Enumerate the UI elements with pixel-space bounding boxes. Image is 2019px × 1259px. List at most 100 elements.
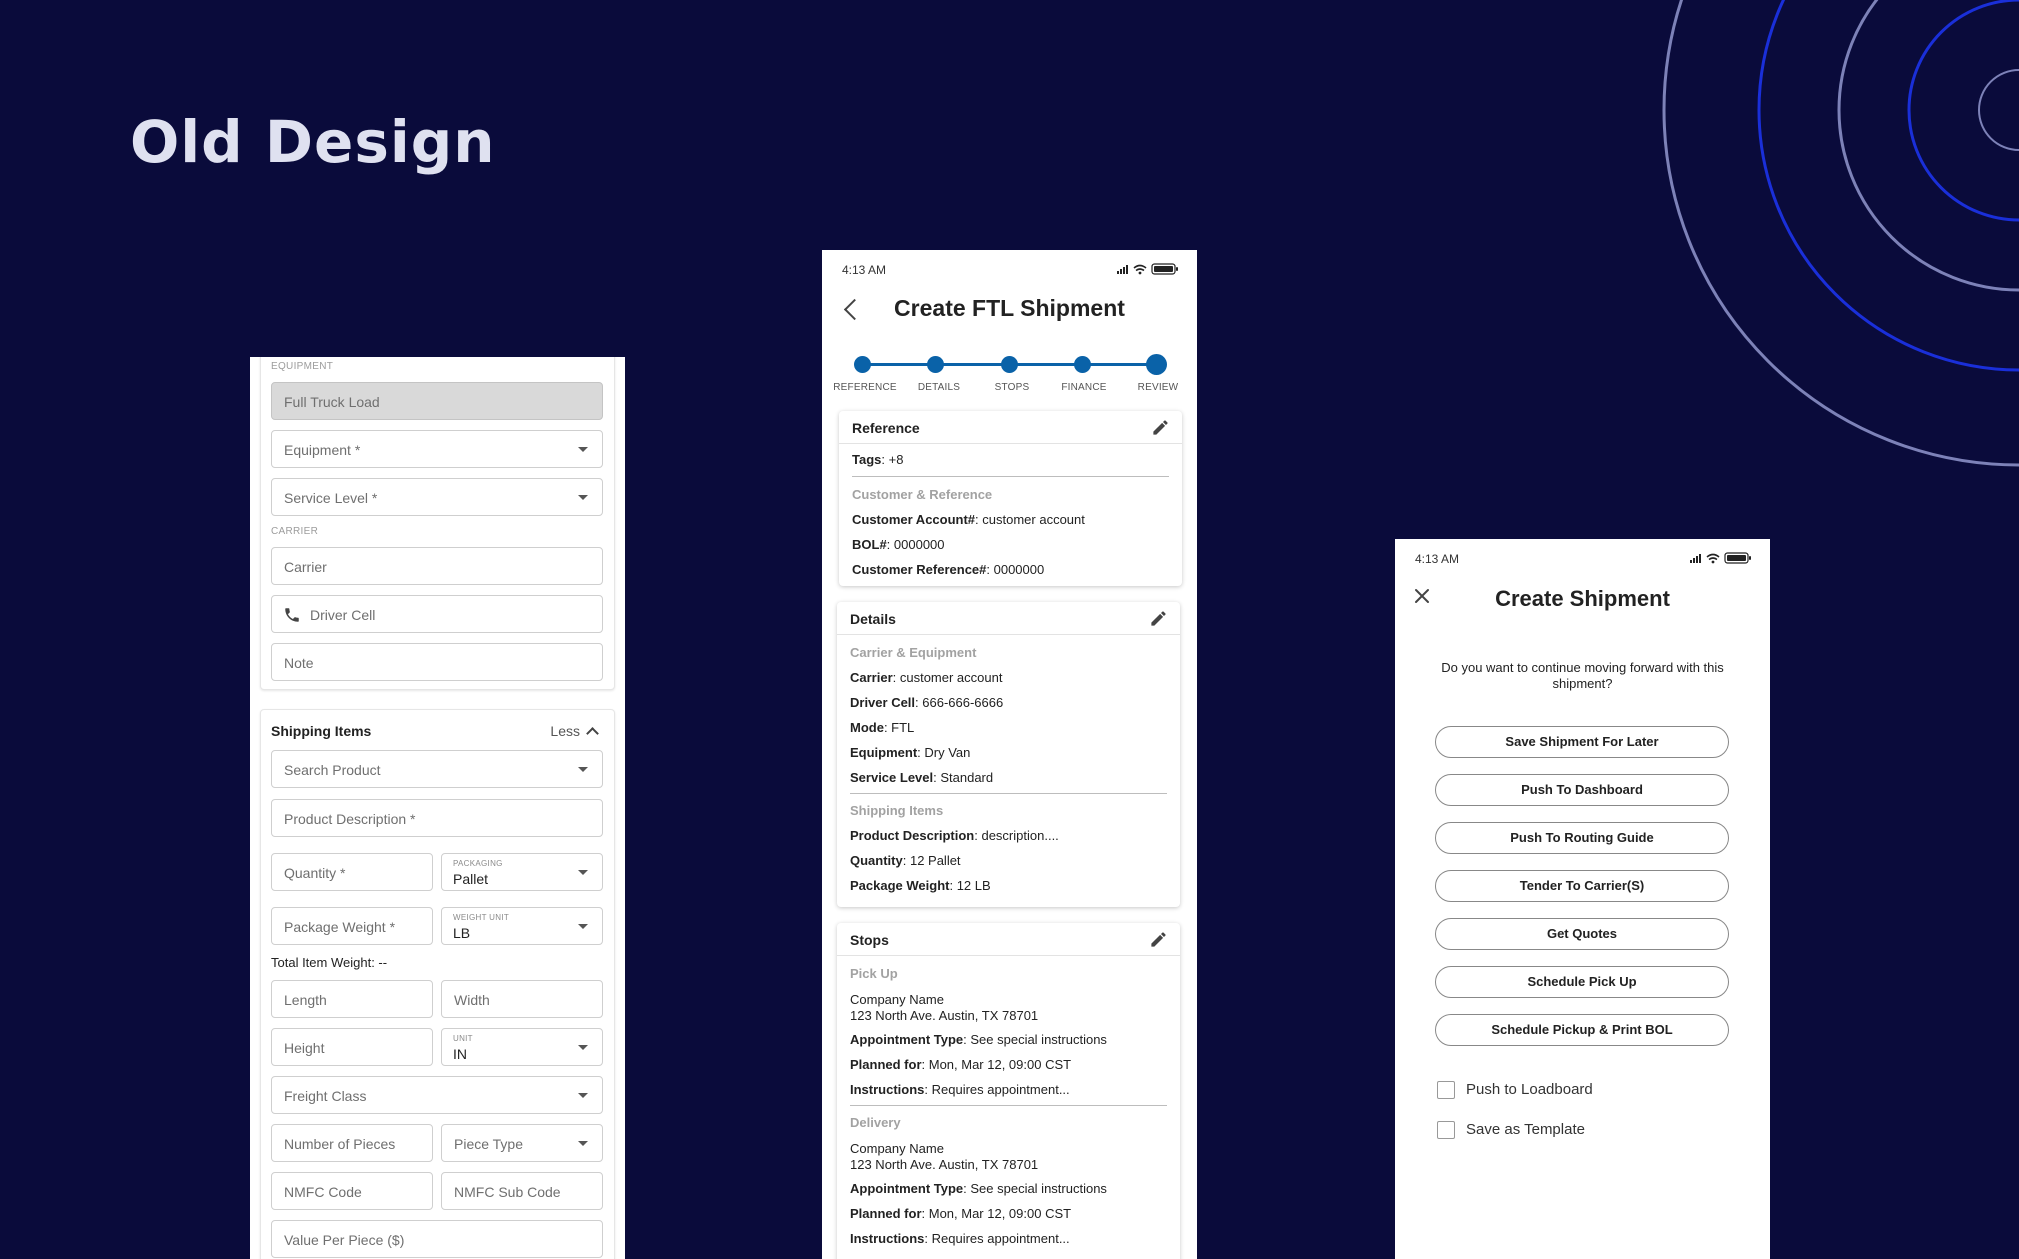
divider <box>850 793 1167 794</box>
push-to-loadboard-label: Push to Loadboard <box>1466 1081 1593 1098</box>
package-weight-input[interactable]: Package Weight * <box>271 907 433 945</box>
signal-icon <box>1117 265 1128 274</box>
appointment-value: : See special instructions <box>963 1032 1107 1047</box>
weight-unit-select[interactable]: WEIGHT UNIT LB <box>441 907 603 945</box>
customer-reference-value: : 0000000 <box>986 562 1045 577</box>
quantity-input[interactable]: Quantity * <box>271 853 433 891</box>
mode-value: Full Truck Load <box>284 394 380 410</box>
save-shipment-for-later-button[interactable]: Save Shipment For Later <box>1435 726 1729 758</box>
unit-select[interactable]: UNIT IN <box>441 1028 603 1066</box>
pickup-subheading: Pick Up <box>850 966 898 981</box>
tender-to-carriers-button[interactable]: Tender To Carrier(S) <box>1435 870 1729 902</box>
push-to-loadboard-checkbox[interactable] <box>1437 1081 1455 1099</box>
caret-down-icon <box>578 1045 588 1050</box>
mode-field: Full Truck Load <box>271 382 603 420</box>
length-input[interactable]: Length <box>271 980 433 1018</box>
carrier-value: : customer account <box>892 670 1003 685</box>
tags-value: : +8 <box>881 452 904 467</box>
instructions-value: : Requires appointment... <box>924 1082 1070 1097</box>
service-level-select[interactable]: Service Level * <box>271 478 603 516</box>
nmfc-code-input[interactable]: NMFC Code <box>271 1172 433 1210</box>
step-dot-review[interactable] <box>1146 354 1167 375</box>
product-description-value: : description.... <box>974 828 1059 843</box>
ring-middle <box>1837 0 2019 292</box>
package-weight-value: : 12 LB <box>949 878 991 893</box>
piece-type-placeholder: Piece Type <box>454 1136 524 1152</box>
nmfc-code-placeholder: NMFC Code <box>284 1184 362 1200</box>
carrier-key: Carrier <box>850 670 893 685</box>
weight-unit-label: WEIGHT UNIT <box>453 913 510 922</box>
carrier-input[interactable]: Carrier <box>271 547 603 585</box>
wifi-icon <box>1133 264 1147 275</box>
mode-line: Mode: FTL <box>850 720 914 735</box>
push-to-routing-guide-button[interactable]: Push To Routing Guide <box>1435 822 1729 854</box>
schedule-pickup-print-bol-button[interactable]: Schedule Pickup & Print BOL <box>1435 1014 1729 1046</box>
driver-cell-value: : 666-666-6666 <box>915 695 1004 710</box>
step-label-stops: STOPS <box>994 382 1030 393</box>
tags-key: Tags <box>852 452 882 467</box>
push-to-dashboard-button[interactable]: Push To Dashboard <box>1435 774 1729 806</box>
delivery-appointment-line: Appointment Type: See special instructio… <box>850 1181 1107 1196</box>
stops-card: Stops Pick Up Company Name 123 North Ave… <box>837 923 1180 1259</box>
chevron-up-icon <box>586 727 599 740</box>
step-label-finance: FINANCE <box>1061 382 1107 393</box>
step-dot-reference[interactable] <box>854 356 871 373</box>
length-placeholder: Length <box>284 992 327 1008</box>
search-product-placeholder: Search Product <box>284 762 381 778</box>
package-weight-placeholder: Package Weight * <box>284 919 396 935</box>
search-product-select[interactable]: Search Product <box>271 750 603 788</box>
height-input[interactable]: Height <box>271 1028 433 1066</box>
edit-pencil-icon[interactable] <box>1149 609 1168 628</box>
get-quotes-button[interactable]: Get Quotes <box>1435 918 1729 950</box>
planned-value: : Mon, Mar 12, 09:00 CST <box>921 1206 1072 1221</box>
value-per-piece-input[interactable]: Value Per Piece ($) <box>271 1220 603 1258</box>
equipment-section-label: EQUIPMENT <box>271 361 334 372</box>
planned-key: Planned for <box>850 1057 922 1072</box>
driver-cell-input[interactable]: Driver Cell <box>271 595 603 633</box>
wifi-icon <box>1706 553 1720 564</box>
service-level-value: : Standard <box>933 770 994 785</box>
step-dot-finance[interactable] <box>1074 356 1091 373</box>
value-per-piece-placeholder: Value Per Piece ($) <box>284 1232 405 1248</box>
service-level-line: Service Level: Standard <box>850 770 993 785</box>
note-input[interactable]: Note <box>271 643 603 681</box>
nmfc-sub-code-placeholder: NMFC Sub Code <box>454 1184 561 1200</box>
piece-type-select[interactable]: Piece Type <box>441 1124 603 1162</box>
save-as-template-label: Save as Template <box>1466 1121 1585 1138</box>
nmfc-sub-code-input[interactable]: NMFC Sub Code <box>441 1172 603 1210</box>
pickup-planned-line: Planned for: Mon, Mar 12, 09:00 CST <box>850 1057 1071 1072</box>
width-input[interactable]: Width <box>441 980 603 1018</box>
less-toggle[interactable]: Less <box>550 723 599 740</box>
divider <box>852 476 1169 477</box>
caret-down-icon <box>578 924 588 929</box>
equipment-select[interactable]: Equipment * <box>271 430 603 468</box>
carrier-line: Carrier: customer account <box>850 670 1002 685</box>
caret-down-icon <box>578 767 588 772</box>
carrier-section-label: CARRIER <box>271 526 319 537</box>
service-level-placeholder: Service Level * <box>284 490 378 506</box>
freight-class-select[interactable]: Freight Class <box>271 1076 603 1114</box>
bol-line: BOL#: 0000000 <box>852 537 945 552</box>
ring-inner <box>1978 69 2019 151</box>
packaging-select[interactable]: PACKAGING Pallet <box>441 853 603 891</box>
height-placeholder: Height <box>284 1040 325 1056</box>
edit-pencil-icon[interactable] <box>1149 930 1168 949</box>
save-as-template-checkbox[interactable] <box>1437 1121 1455 1139</box>
schedule-pick-up-button[interactable]: Schedule Pick Up <box>1435 966 1729 998</box>
total-item-weight: Total Item Weight: -- <box>271 955 388 970</box>
mode-value: : FTL <box>883 720 915 735</box>
step-dot-stops[interactable] <box>1001 356 1018 373</box>
step-dot-details[interactable] <box>927 356 944 373</box>
number-of-pieces-input[interactable]: Number of Pieces <box>271 1124 433 1162</box>
delivery-instructions-line: Instructions: Requires appointment... <box>850 1231 1070 1246</box>
signal-icon <box>1690 554 1701 563</box>
reference-card: Reference Tags: +8 Customer & Reference … <box>839 411 1182 586</box>
equipment-line: Equipment: Dry Van <box>850 745 970 760</box>
equipment-value: : Dry Van <box>917 745 971 760</box>
number-of-pieces-placeholder: Number of Pieces <box>284 1136 396 1152</box>
battery-icon <box>1724 552 1751 564</box>
shipping-items-title: Shipping Items <box>271 723 372 739</box>
product-description-input[interactable]: Product Description * <box>271 799 603 837</box>
appointment-key: Appointment Type <box>850 1181 964 1196</box>
edit-pencil-icon[interactable] <box>1151 418 1170 437</box>
